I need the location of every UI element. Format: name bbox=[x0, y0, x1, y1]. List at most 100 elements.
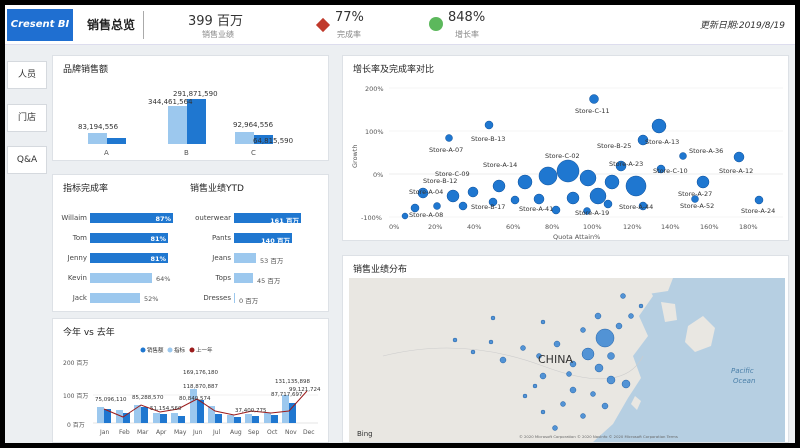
ytick: 200% bbox=[365, 85, 384, 93]
page-title: 销售总览 bbox=[87, 18, 136, 32]
completion-value: 81% bbox=[150, 255, 166, 263]
kpi-sales-value: 399 百万 bbox=[188, 14, 243, 29]
nav-qa[interactable]: Q&A bbox=[7, 146, 47, 174]
label-b-light: 344,461,564 bbox=[148, 98, 193, 106]
store-label: Store-A-07 bbox=[429, 146, 463, 154]
ytd-bar bbox=[234, 273, 253, 283]
data-label: 37,400,775 bbox=[235, 408, 267, 414]
xtick: 20% bbox=[428, 223, 442, 231]
month-label: Jun bbox=[192, 429, 203, 436]
store-label: Store-C-11 bbox=[575, 107, 610, 115]
store-label: Store-A-08 bbox=[409, 211, 443, 219]
header-bar: Cresent BI 销售总览 399 百万 销售业绩 77% 完成率 848%… bbox=[5, 5, 795, 45]
ytick: 200 百万 bbox=[63, 360, 88, 367]
ytd-name: outerwear bbox=[195, 214, 231, 222]
ytick: 0% bbox=[373, 171, 383, 179]
completion-value: 87% bbox=[155, 215, 171, 223]
bar-a-dark bbox=[107, 138, 126, 144]
store-label: Store-A-24 bbox=[741, 207, 775, 215]
country-label: CHINA bbox=[538, 353, 573, 366]
scatter-chart: 200% 100% 0% -100% Growth 0% 20% 40% 60%… bbox=[351, 85, 783, 241]
month-label: Oct bbox=[267, 429, 278, 436]
ocean-label-2: Ocean bbox=[733, 377, 755, 385]
kpi-sales-label: 销售业绩 bbox=[202, 30, 234, 39]
yoy-bars bbox=[97, 389, 296, 423]
brand-sales-chart: 83,194,556 344,461,564 291,871,590 92,96… bbox=[78, 90, 293, 157]
legend-sales: 销售额 bbox=[147, 346, 164, 354]
legend-target-dot bbox=[167, 347, 173, 353]
completion-name: Jack bbox=[72, 294, 87, 302]
store-label: Store-A-23 bbox=[609, 160, 643, 168]
bar-c-light bbox=[235, 132, 254, 144]
completion-bar bbox=[90, 293, 140, 303]
completion-name: Kevin bbox=[67, 274, 87, 282]
month-label: Jan bbox=[99, 429, 109, 436]
store-label: Store-A-27 bbox=[678, 190, 712, 198]
month-label: Jul bbox=[212, 429, 221, 436]
ytd-value: 53 百万 bbox=[260, 257, 284, 265]
completion-value: 64% bbox=[156, 275, 171, 283]
nav-stores[interactable]: 门店 bbox=[7, 104, 47, 132]
legend-prev: 上一年 bbox=[196, 346, 213, 354]
yoy-chart: 销售额 指标 上一年 200 百万 100 百万 0 百万 75,096,110… bbox=[63, 346, 321, 436]
ytd-value: 161 百万 bbox=[270, 217, 299, 225]
ytick: 100% bbox=[365, 128, 384, 136]
nav-people[interactable]: 人员 bbox=[7, 61, 47, 89]
map-view[interactable]: CHINA Pacific Ocean Bing © 2020 Microsof… bbox=[343, 256, 790, 443]
store-label: Store-B-12 bbox=[423, 177, 457, 185]
store-label: Store-A-04 bbox=[409, 188, 443, 196]
store-label: Store-A-41 bbox=[519, 205, 553, 213]
data-label: 80,840,574 bbox=[179, 396, 211, 402]
ytd-value: 140 百万 bbox=[261, 237, 290, 245]
status-circle-icon bbox=[429, 17, 443, 31]
month-label: Apr bbox=[156, 429, 167, 436]
ytd-name: Pants bbox=[211, 234, 231, 242]
store-label: Store-A-12 bbox=[719, 167, 753, 175]
label-b-dark: 291,871,590 bbox=[173, 90, 218, 98]
month-label: Feb bbox=[119, 429, 130, 436]
legend-sales-dot bbox=[140, 347, 146, 353]
month-label: Sep bbox=[248, 429, 260, 436]
ytd-title: 销售业绩YTD bbox=[190, 184, 244, 194]
map-copyright: © 2020 Microsoft Corporation © 2020 NavI… bbox=[519, 434, 678, 439]
legend-target: 指标 bbox=[174, 346, 186, 354]
label-c-dark: 64,815,590 bbox=[253, 137, 293, 145]
month-label: Aug bbox=[230, 429, 242, 436]
xtick: 120% bbox=[623, 223, 642, 231]
scatter-ylabel: Growth bbox=[351, 144, 359, 168]
store-label: Store-A-36 bbox=[689, 147, 723, 155]
cat-a: A bbox=[104, 149, 109, 157]
xtick: 140% bbox=[661, 223, 680, 231]
bar-a-light bbox=[88, 133, 107, 144]
completion-name: Willaim bbox=[61, 214, 87, 222]
completion-name: Jenny bbox=[67, 254, 87, 262]
completion-bar bbox=[90, 273, 152, 283]
ytd-value: 45 百万 bbox=[257, 277, 281, 285]
completion-title: 指标完成率 bbox=[63, 184, 109, 194]
brand-sales-card: 品牌销售额 83,194,556 344,461,564 291,871,590… bbox=[52, 55, 329, 161]
store-label: Store-B-25 bbox=[597, 142, 631, 150]
store-label: Store-B-13 bbox=[471, 135, 505, 143]
bar-b-light bbox=[168, 106, 187, 144]
scatter-card: 增长率及完成率对比 200% 100% 0% -100% Growth 0% 2… bbox=[342, 55, 789, 241]
data-label: 99,121,724 bbox=[289, 387, 321, 393]
kpi-completion-label: 完成率 bbox=[337, 30, 361, 39]
ytick: 100 百万 bbox=[63, 393, 88, 400]
ytd-name: Dresses bbox=[203, 294, 231, 302]
ytd-name: Jeans bbox=[212, 254, 231, 262]
xtick: 180% bbox=[739, 223, 758, 231]
store-label: Store-C-02 bbox=[545, 152, 580, 160]
header-divider bbox=[143, 11, 144, 39]
data-label: 51,154,560 bbox=[150, 406, 182, 412]
store-label: Store-A-44 bbox=[619, 203, 653, 211]
store-label: Store-A-52 bbox=[680, 202, 714, 210]
map-card: 销售业绩分布 CHINA Pacific Ocean Bing © 2020 M… bbox=[342, 255, 789, 443]
cat-c: C bbox=[251, 149, 256, 157]
legend-prev-dot bbox=[189, 347, 195, 353]
kpi-completion-value: 77% bbox=[335, 10, 364, 25]
xtick: 80% bbox=[545, 223, 559, 231]
ytd-value: 0 百万 bbox=[239, 297, 259, 305]
store-label: Store-C-10 bbox=[653, 167, 688, 175]
diamond-icon bbox=[315, 17, 331, 33]
completion-value: 81% bbox=[150, 235, 166, 243]
